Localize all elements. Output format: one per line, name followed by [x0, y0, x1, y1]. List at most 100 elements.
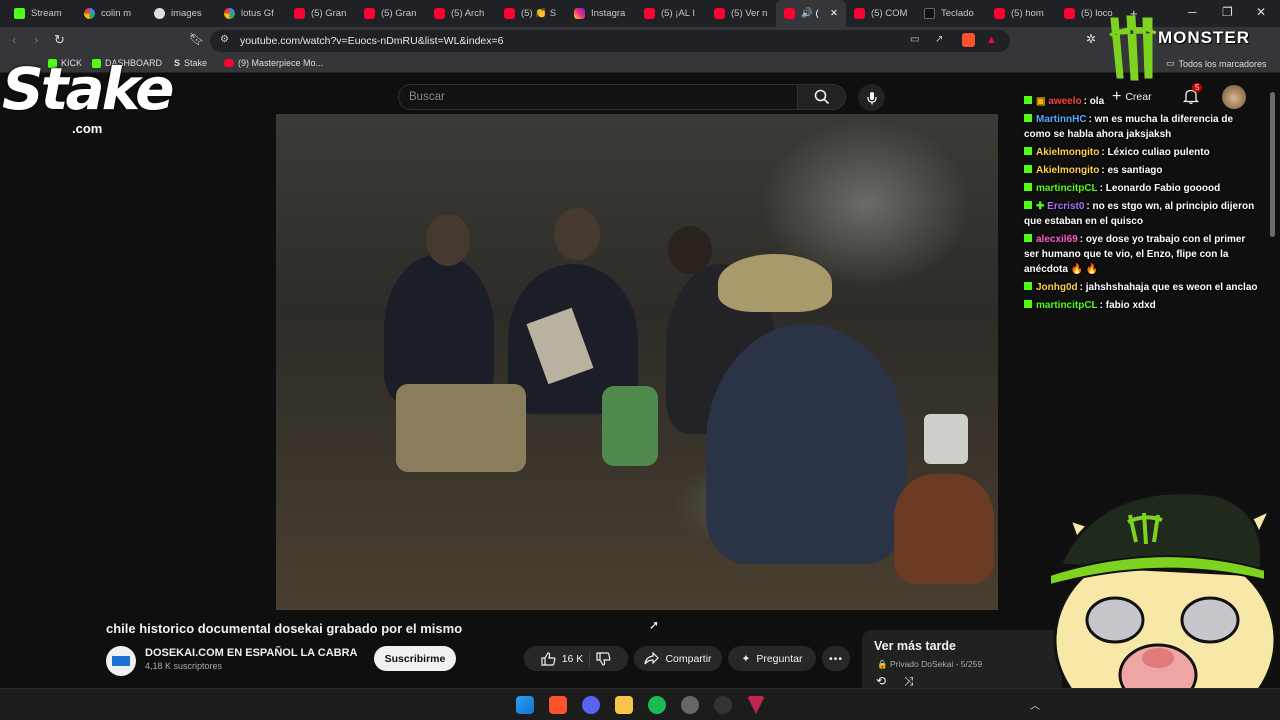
spotify-icon[interactable]	[648, 696, 666, 714]
shuffle-icon[interactable]: ⤨	[904, 674, 914, 689]
channel-name[interactable]: DOSEKAI.COM EN ESPAÑOL LA CABRA	[145, 647, 357, 659]
subscribe-button[interactable]: Suscribirme	[374, 646, 456, 671]
address-bar[interactable]: ⚙ youtube.com/watch?v=Euocs-nDmRU&list=W…	[210, 30, 1010, 52]
forward-icon[interactable]: ›	[34, 32, 38, 47]
bookmarks-bar: KICK DASHBOARD S Stake (9) Masterpiece Mo…	[0, 55, 1280, 73]
tab-label: (5) 👏 S	[521, 8, 557, 19]
browser-tab[interactable]: (5) Arch	[426, 0, 496, 27]
browser-tab[interactable]: Teclado	[916, 0, 986, 27]
browser-tab[interactable]: (5) 👏 S	[496, 0, 566, 27]
mouse-cursor-icon: ➚	[649, 618, 660, 632]
file-explorer-icon[interactable]	[615, 696, 633, 714]
kick-badge-icon	[1024, 183, 1032, 191]
discord-icon[interactable]	[582, 696, 600, 714]
divider	[589, 650, 591, 667]
youtube-icon	[714, 8, 725, 19]
extensions-icon[interactable]: ✲	[1086, 32, 1096, 46]
youtube-icon	[434, 8, 445, 19]
reload-icon[interactable]: ↻	[54, 32, 65, 48]
chat-username: alecxil69	[1036, 234, 1078, 245]
obs-icon[interactable]	[714, 696, 732, 714]
chat-message: Jonhg0d: jahshshahaja que es weon el anc…	[1024, 280, 1260, 295]
url-text[interactable]: youtube.com/watch?v=Euocs-nDmRU&list=WL&…	[240, 35, 504, 47]
youtube-icon	[504, 8, 515, 19]
close-tab-icon[interactable]: ✕	[830, 8, 838, 19]
chat-username: Ercrist0	[1047, 201, 1085, 212]
tab-label: 🔊 (	[801, 8, 819, 19]
tab-label: images	[171, 8, 202, 19]
site-info-icon[interactable]: ⚙	[220, 34, 229, 45]
browser-tab[interactable]: Instagra	[566, 0, 636, 27]
kick-badge-icon	[1024, 114, 1032, 122]
youtube-icon	[1064, 8, 1075, 19]
search-input[interactable]: Buscar	[398, 84, 798, 110]
stake-logo: Stake .com	[2, 55, 182, 137]
brave-shields-icon[interactable]	[962, 33, 975, 47]
jug	[894, 474, 994, 584]
share-button[interactable]: Compartir	[634, 646, 722, 671]
browser-tab[interactable]: (5) ¡AL I	[636, 0, 706, 27]
browser-tab[interactable]: (5) Gran	[356, 0, 426, 27]
browser-tab[interactable]: (5) Gran	[286, 0, 356, 27]
tab-label: (5) COM	[871, 8, 908, 19]
share-page-icon[interactable]: ↗	[935, 34, 943, 45]
tab-strip: Stream colin m images lotus Gf (5) Gran (5) G…	[0, 0, 1280, 27]
loop-icon[interactable]: ⟲	[876, 674, 886, 688]
stake-domain: .com	[72, 121, 103, 136]
youtube-icon	[294, 8, 305, 19]
app-icon[interactable]	[747, 696, 765, 714]
ask-button[interactable]: ✦ Preguntar	[728, 646, 816, 671]
taskbar: ︿	[0, 688, 1280, 720]
kick-badge-icon	[1024, 201, 1032, 209]
browser-tab[interactable]: (5) Ver n	[706, 0, 776, 27]
stake-wordmark: Stake	[2, 55, 174, 123]
subscriber-count: 4,18 K suscriptores	[145, 661, 223, 671]
ask-label: Preguntar	[756, 652, 803, 665]
voice-search-button[interactable]	[858, 84, 885, 111]
kick-badge-icon	[1024, 300, 1032, 308]
tab-label: Stream	[31, 8, 62, 19]
browser-tab[interactable]: Stream	[6, 0, 76, 27]
browser-tab[interactable]: lotus Gf	[216, 0, 286, 27]
channel-avatar[interactable]	[106, 646, 136, 676]
cup	[924, 414, 968, 464]
navigation-bar: ‹ › ↻ 🔖︎ ⚙ youtube.com/watch?v=Euocs-nDm…	[0, 27, 1280, 55]
bookmark-icon[interactable]: 🔖︎	[189, 32, 204, 46]
app-icon[interactable]	[681, 696, 699, 714]
tab-label: Teclado	[941, 8, 974, 19]
browser-tab[interactable]: (5) hom	[986, 0, 1056, 27]
like-button[interactable]: 16 K	[541, 651, 583, 666]
browser-tab[interactable]: 🔊 ( ✕	[776, 0, 846, 27]
tab-label: (5) Gran	[381, 8, 417, 19]
youtube-icon	[854, 8, 865, 19]
brave-browser-icon[interactable]	[549, 696, 567, 714]
chat-username: martincitpCL	[1036, 300, 1098, 311]
brave-rewards-icon[interactable]: ▲	[986, 34, 997, 46]
tk-icon	[924, 8, 935, 19]
thumb-down-icon[interactable]	[596, 651, 611, 666]
page-scrollbar[interactable]	[1270, 92, 1275, 237]
windows-start-icon[interactable]	[516, 696, 534, 714]
playlist-panel: Ver más tarde 🔒 Privado DoSekai - 5/259 …	[862, 630, 1062, 688]
youtube-icon	[364, 8, 375, 19]
browser-tab[interactable]: (5) COM	[846, 0, 916, 27]
kick-badge-icon	[1024, 96, 1032, 104]
sub-badge-icon: ▣	[1036, 96, 1049, 107]
bookmark-masterpiece[interactable]: (9) Masterpiece Mo...	[224, 58, 323, 68]
chevron-up-icon[interactable]: ︿	[1030, 697, 1040, 712]
video-player[interactable]	[276, 114, 998, 610]
cast-icon[interactable]: ▭	[910, 34, 919, 45]
cat-mascot-overlay	[1049, 491, 1277, 720]
kick-badge-icon	[1024, 234, 1032, 242]
browser-tab[interactable]: images	[146, 0, 216, 27]
chat-message: Akielmongito: es santiago	[1024, 163, 1260, 178]
cap	[718, 254, 832, 312]
kick-icon	[14, 8, 25, 19]
back-icon[interactable]: ‹	[12, 32, 16, 47]
more-actions-button[interactable]: •••	[822, 646, 850, 671]
chat-username: Akielmongito	[1036, 147, 1100, 158]
playlist-title[interactable]: Ver más tarde	[874, 639, 956, 653]
search-button[interactable]	[798, 84, 846, 110]
browser-tab[interactable]: colin m	[76, 0, 146, 27]
person-figure	[706, 324, 906, 564]
